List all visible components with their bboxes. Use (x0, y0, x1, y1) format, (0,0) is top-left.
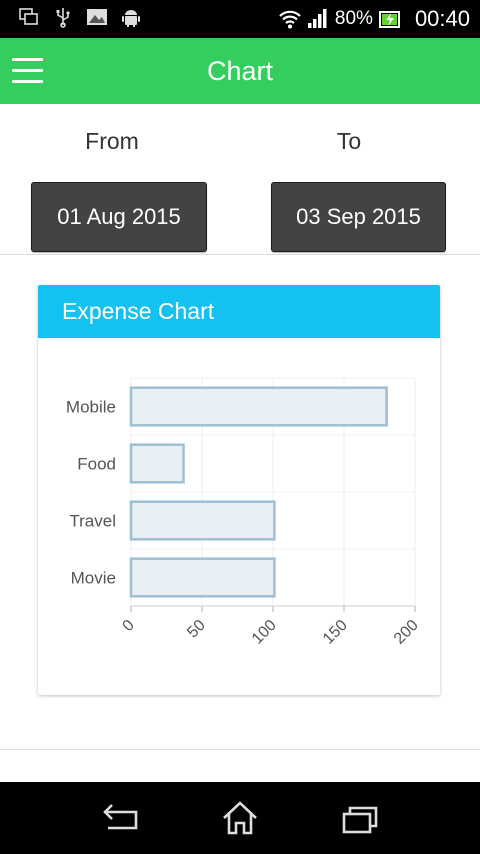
screenshot-icon (19, 8, 38, 25)
wifi-icon (279, 10, 301, 29)
from-date-button[interactable]: 01 Aug 2015 (31, 182, 207, 252)
card-title: Expense Chart (38, 285, 440, 338)
x-tick-label: 200 (391, 617, 422, 648)
app-bar: Chart (0, 38, 480, 104)
recent-apps-icon[interactable] (340, 800, 380, 836)
usb-icon (56, 8, 70, 28)
expense-chart-card: Expense Chart Mobile Food Travel Movie 0 50 10… (38, 285, 440, 695)
page-title: Chart (206, 56, 274, 86)
divider (0, 749, 480, 750)
x-tick-label: 150 (320, 617, 351, 648)
category-label: Travel (69, 512, 116, 531)
home-icon[interactable] (220, 800, 260, 836)
date-range-section: From To 01 Aug 2015 03 Sep 2015 (0, 104, 480, 255)
bar-travel (129, 500, 276, 541)
from-label: From (85, 128, 139, 154)
bar-movie (129, 557, 276, 598)
clock: 00:40 (414, 6, 470, 31)
x-tick-label: 100 (249, 617, 280, 648)
navigation-bar (0, 782, 480, 854)
signal-icon (307, 9, 327, 28)
back-icon[interactable] (100, 800, 140, 836)
x-tick-label: 0 (120, 617, 138, 635)
android-icon (122, 10, 140, 27)
bar-mobile (129, 386, 388, 427)
expense-bar-chart: Mobile Food Travel Movie 0 50 100 150 200 (66, 377, 422, 648)
to-date-button[interactable]: 03 Sep 2015 (271, 182, 446, 252)
to-label: To (336, 128, 362, 154)
battery-percent: 80% (334, 8, 373, 29)
category-label: Mobile (66, 398, 116, 417)
category-label: Movie (71, 569, 116, 588)
image-icon (87, 9, 107, 25)
bar-food (129, 443, 185, 484)
battery-charging-icon (378, 11, 400, 28)
status-bar: 80% 00:40 (0, 0, 480, 38)
category-label: Food (77, 455, 116, 474)
x-tick-label: 50 (184, 617, 209, 642)
